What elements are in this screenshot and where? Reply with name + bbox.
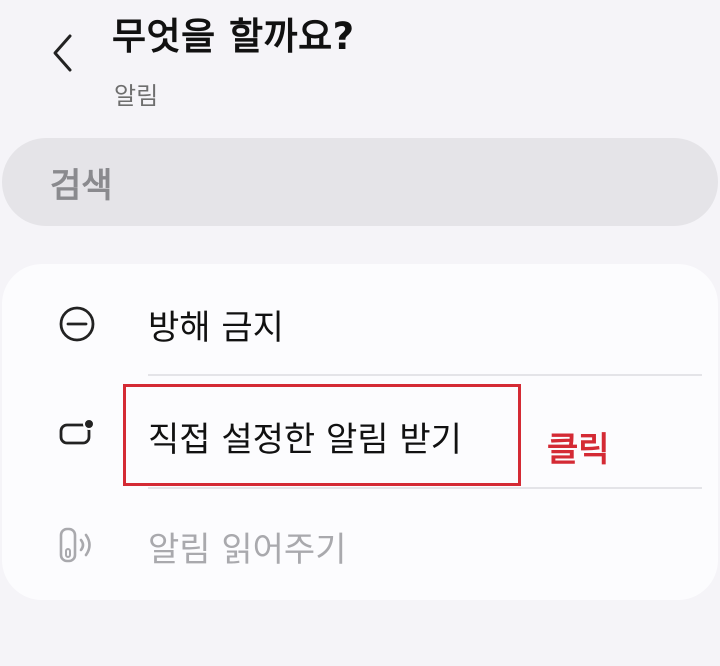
menu-item-read-aloud: 알림 읽어주기 <box>2 490 718 602</box>
search-placeholder: 검색 <box>50 165 113 206</box>
menu-item-custom-notifications[interactable]: 직접 설정한 알림 받기 <box>2 380 718 492</box>
do-not-disturb-icon <box>52 299 102 349</box>
chevron-left-icon <box>53 34 72 72</box>
header: 무엇을 할까요? 알림 <box>0 0 720 130</box>
read-aloud-icon <box>52 520 102 570</box>
menu-item-label: 방해 금지 <box>148 308 284 348</box>
divider <box>148 487 702 489</box>
divider <box>148 374 702 376</box>
search-input[interactable]: 검색 <box>2 138 718 226</box>
notification-badge-icon <box>52 408 102 458</box>
page-title: 무엇을 할까요? <box>112 15 355 58</box>
click-annotation: 클릭 <box>547 430 610 470</box>
menu-item-label: 알림 읽어주기 <box>148 530 347 570</box>
back-button[interactable] <box>38 28 88 78</box>
page-subtitle: 알림 <box>114 82 159 110</box>
menu-item-label: 직접 설정한 알림 받기 <box>148 420 462 460</box>
menu-item-do-not-disturb[interactable]: 방해 금지 <box>2 268 718 380</box>
settings-card: 방해 금지 직접 설정한 알림 받기 알림 읽어주기 <box>2 264 718 600</box>
